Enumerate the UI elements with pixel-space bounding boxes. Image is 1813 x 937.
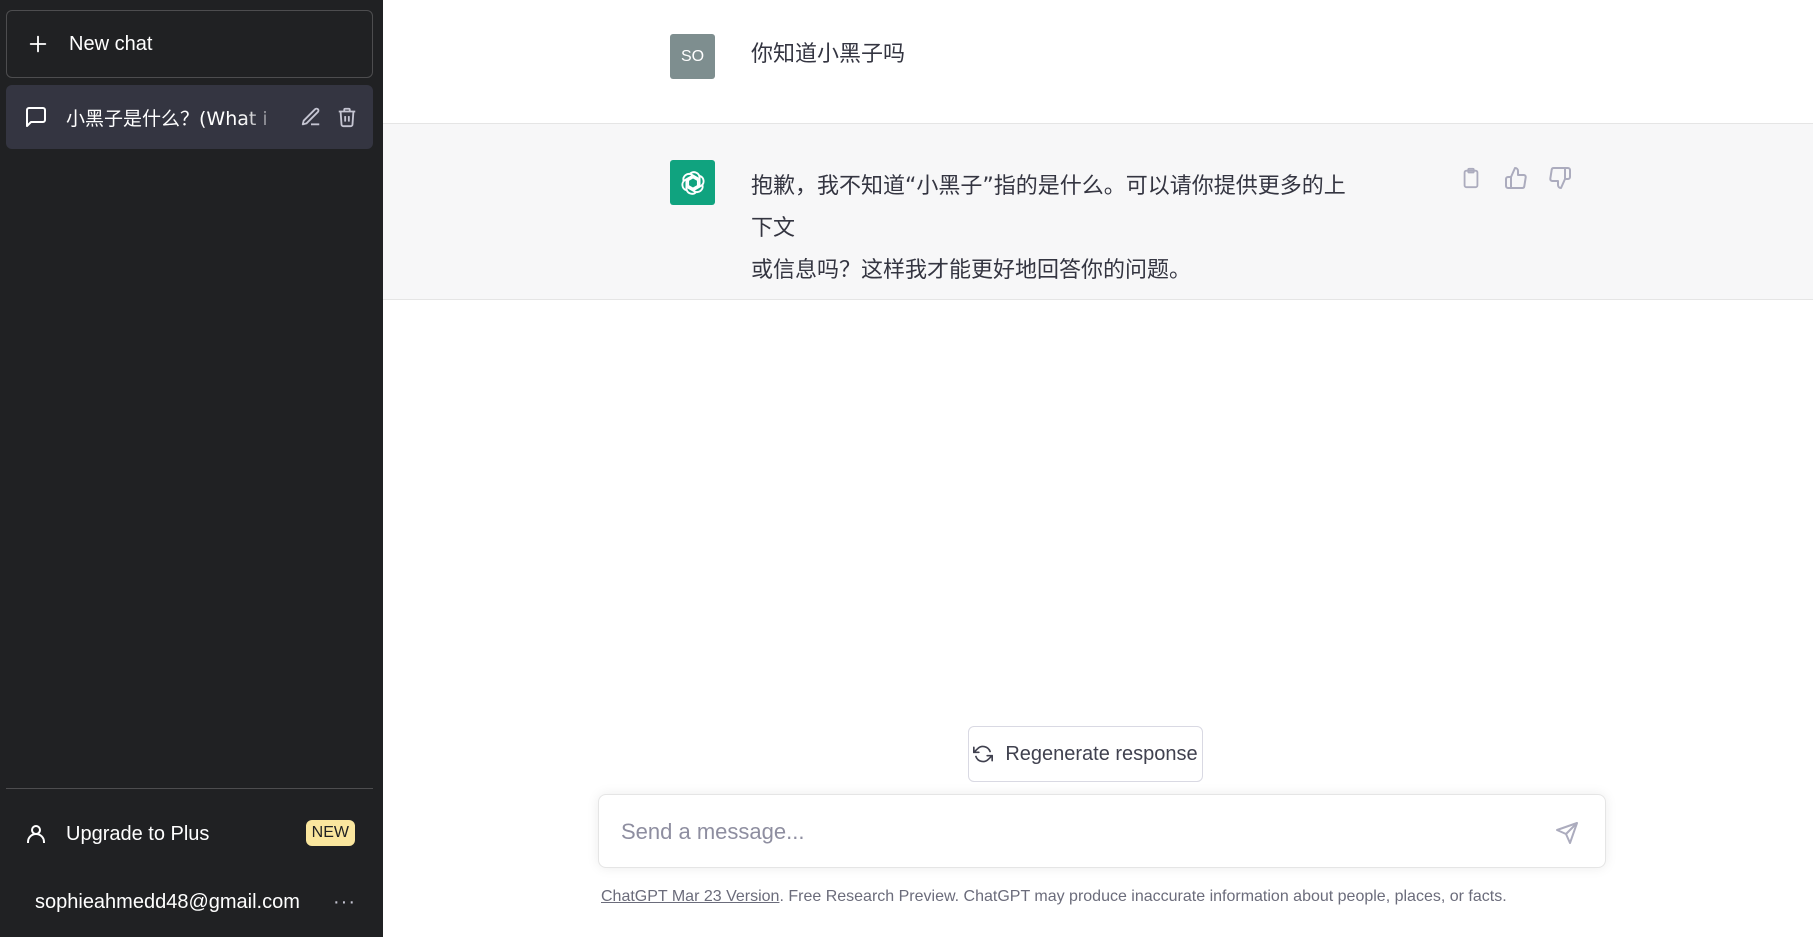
thumbs-down-icon[interactable]	[1548, 166, 1572, 190]
more-options-icon[interactable]: ···	[333, 890, 357, 914]
clipboard-icon[interactable]	[1460, 166, 1484, 190]
send-icon[interactable]	[1555, 821, 1579, 845]
assistant-text-line: 抱歉，我不知道“小黑子”指的是什么。可以请你提供更多的上下文	[751, 174, 1346, 241]
disclaimer-text: . Free Research Preview. ChatGPT may pro…	[779, 888, 1507, 905]
regenerate-label: Regenerate response	[1005, 742, 1198, 765]
account-email: sophieahmedd48@gmail.com	[35, 890, 300, 913]
app-window: New chat 小黑子是什么？(What i Upgrade to Plus	[0, 0, 1813, 937]
pencil-icon[interactable]	[300, 106, 322, 128]
assistant-message: 抱歉，我不知道“小黑子”指的是什么。可以请你提供更多的上下文 或信息吗？这样我才…	[383, 124, 1813, 300]
user-message-text: 你知道小黑子吗	[751, 42, 906, 67]
account-menu[interactable]: sophieahmedd48@gmail.com ···	[6, 874, 373, 930]
user-message: SO 你知道小黑子吗	[383, 0, 1813, 124]
new-chat-button[interactable]: New chat	[6, 10, 373, 78]
openai-logo-icon	[670, 160, 715, 205]
assistant-text-line: 或信息吗？这样我才能更好地回答你的问题。	[751, 258, 1192, 283]
plus-icon	[27, 33, 49, 55]
message-composer	[598, 794, 1606, 868]
sidebar-divider	[6, 788, 373, 789]
chat-main: SO 你知道小黑子吗 抱歉，我不知道“小黑子”指的是什么。可以请你提供更多的上下…	[383, 0, 1813, 937]
message-actions	[1460, 166, 1572, 190]
refresh-icon	[973, 744, 994, 764]
user-icon	[24, 822, 48, 846]
thumbs-up-icon[interactable]	[1504, 166, 1528, 190]
footer-disclaimer: ChatGPT Mar 23 Version. Free Research Pr…	[601, 888, 1611, 906]
assistant-message-text: 抱歉，我不知道“小黑子”指的是什么。可以请你提供更多的上下文 或信息吗？这样我才…	[751, 166, 1351, 292]
new-chat-label: New chat	[69, 32, 153, 55]
message-icon	[24, 105, 48, 129]
chat-item-actions	[300, 106, 358, 128]
message-input[interactable]	[621, 813, 1521, 851]
new-badge: NEW	[305, 820, 355, 846]
sidebar-chat-item[interactable]: 小黑子是什么？(What i	[6, 85, 373, 149]
upgrade-label: Upgrade to Plus	[66, 822, 210, 845]
avatar: SO	[670, 34, 715, 79]
sidebar: New chat 小黑子是什么？(What i Upgrade to Plus	[0, 0, 383, 937]
chat-item-label: 小黑子是什么？(What i	[66, 107, 268, 130]
regenerate-response-button[interactable]: Regenerate response	[968, 726, 1203, 782]
version-link[interactable]: ChatGPT Mar 23 Version	[601, 888, 779, 905]
trash-icon[interactable]	[336, 106, 358, 128]
upgrade-to-plus-button[interactable]: Upgrade to Plus NEW	[6, 806, 373, 862]
